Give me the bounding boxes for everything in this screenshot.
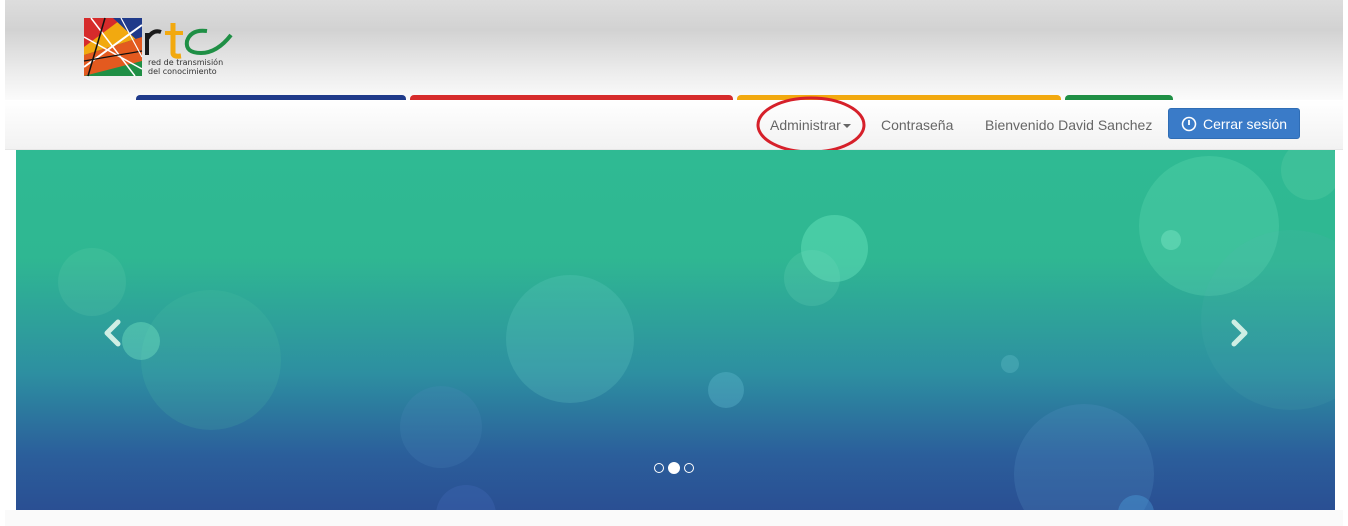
bokeh-bubble xyxy=(1161,230,1181,250)
logo-subtitle-line2: del conocimiento xyxy=(148,67,217,76)
hero-carousel[interactable] xyxy=(16,150,1335,510)
bokeh-bubble xyxy=(436,485,496,510)
welcome-user-link[interactable]: Bienvenido David Sanchez xyxy=(985,117,1152,133)
carousel-indicator-active[interactable] xyxy=(668,462,680,474)
bokeh-bubble xyxy=(1001,355,1019,373)
contrasena-link[interactable]: Contraseña xyxy=(881,117,953,133)
bokeh-bubble xyxy=(58,248,126,316)
bokeh-bubble xyxy=(400,386,482,468)
bokeh-bubble xyxy=(506,275,634,403)
logout-label: Cerrar sesión xyxy=(1202,115,1288,132)
bokeh-bubble xyxy=(1281,150,1335,200)
bottom-strip xyxy=(5,510,1343,526)
bokeh-bubble xyxy=(1014,404,1154,510)
chevron-right-icon[interactable] xyxy=(1226,318,1252,348)
power-icon xyxy=(1181,116,1197,131)
logo-subtitle-line1: red de transmisión xyxy=(148,58,224,67)
carousel-indicator[interactable] xyxy=(684,463,694,473)
page: red de transmisión del conocimiento Admi… xyxy=(0,0,1348,526)
bokeh-bubble xyxy=(141,290,281,430)
bokeh-bubble xyxy=(122,322,160,360)
annotation-circle xyxy=(756,96,866,154)
chevron-left-icon[interactable] xyxy=(100,318,126,348)
bokeh-bubble xyxy=(784,250,840,306)
logout-button[interactable]: Cerrar sesión xyxy=(1168,108,1300,139)
carousel-indicator[interactable] xyxy=(654,463,664,473)
bokeh-bubble xyxy=(708,372,744,408)
logo-subtitle: red de transmisión del conocimiento xyxy=(148,58,223,76)
carousel-indicators xyxy=(654,462,694,474)
